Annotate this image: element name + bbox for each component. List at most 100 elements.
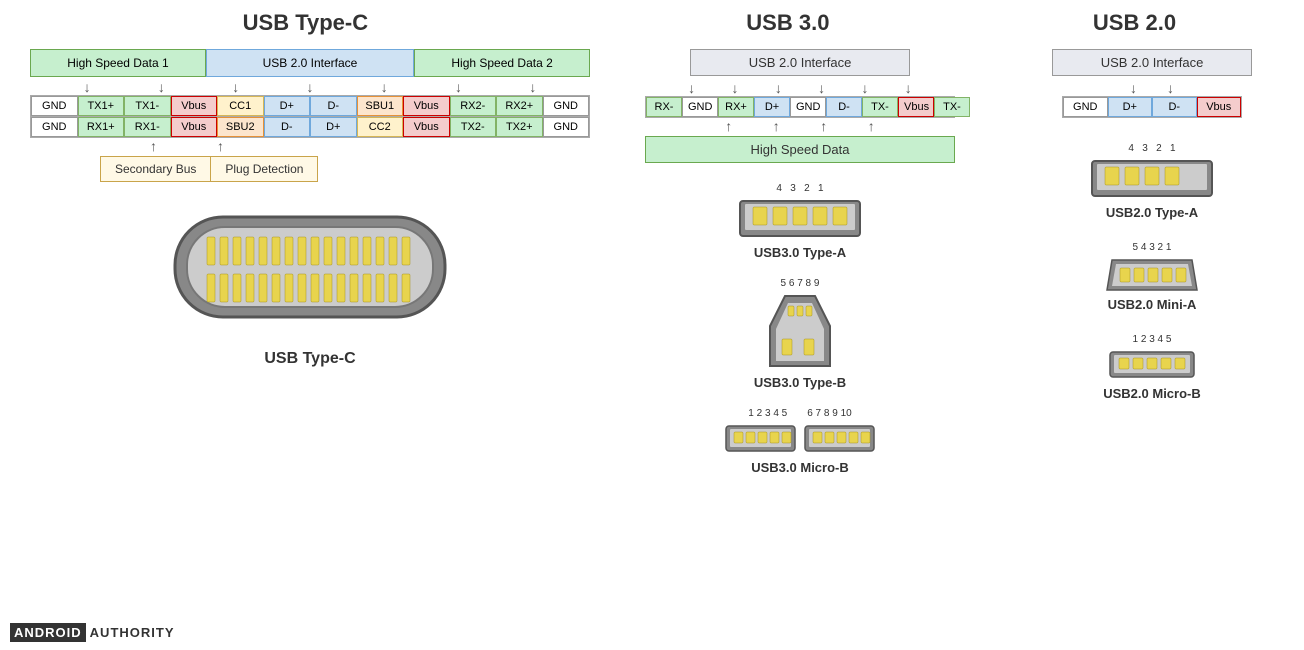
pin-r1-sbu1: SBU1 (357, 96, 404, 116)
usb2-pin-dp: D+ (1108, 97, 1153, 117)
usb3mb-svg1 (723, 421, 798, 456)
usb2-title: USB 2.0 (975, 10, 1294, 36)
usb2-arr1: ↓ (1130, 80, 1137, 96)
usb2-pin-vbus: Vbus (1197, 97, 1242, 117)
usb2a-numbers: 4 3 2 1 (1128, 143, 1175, 154)
typec-connector-drawing: USB Type-C (155, 202, 465, 368)
pin-r2-vbus2: Vbus (403, 117, 450, 137)
arrow4: ↓ (306, 79, 313, 95)
usb2mb-label: USB2.0 Micro-B (1103, 386, 1201, 401)
usb3-arr5: ↓ (861, 80, 868, 96)
pin-r2-sbu2: SBU2 (217, 117, 264, 137)
usb3a-numbers: 4 3 2 1 (776, 183, 823, 194)
usb3mb-svg2 (802, 421, 877, 456)
pin-r2-rx1m: RX1- (124, 117, 171, 137)
usb3-arr6: ↓ (905, 80, 912, 96)
arrow3: ↓ (232, 79, 239, 95)
usb3-arr2: ↓ (731, 80, 738, 96)
page: USB Type-C USB 3.0 USB 2.0 High Speed Da… (0, 0, 1304, 650)
typec-connector-svg (155, 202, 465, 342)
pin-r2-gnd1: GND (31, 117, 78, 137)
usb2-pin-dm: D- (1152, 97, 1197, 117)
pin-r1-vbus2: Vbus (403, 96, 450, 116)
usb3-column: USB 2.0 Interface ↓ ↓ ↓ ↓ ↓ ↓ RX- GND RX… (610, 44, 990, 644)
usb2-pin-gnd: GND (1063, 97, 1108, 117)
usb3-uarr3: ↑ (820, 118, 827, 134)
usb3-type-a: 4 3 2 1 USB3.0 Type-A (735, 183, 865, 260)
pin-r2-gnd2: GND (543, 117, 590, 137)
typec-connector-label: USB Type-C (264, 350, 355, 368)
pin-r1-rx2m: RX2- (450, 96, 497, 116)
pin-r1-gnd2: GND (543, 96, 590, 116)
arrow7: ↓ (529, 79, 536, 95)
pin-r2-dm: D- (264, 117, 311, 137)
typec-title: USB Type-C (10, 10, 601, 36)
usb3b-svg (760, 291, 840, 371)
pin-r1-tx1p: TX1+ (78, 96, 125, 116)
typec-header-highspeed1: High Speed Data 1 (30, 49, 206, 77)
secondary-bus-box: Secondary Bus (100, 156, 211, 182)
usb2-connectors: 4 3 2 1 USB2.0 Type-A 5 4 3 2 1 (1000, 133, 1304, 401)
typec-column: High Speed Data 1 USB 2.0 Interface High… (10, 44, 610, 644)
usb2-micro-b: 1 2 3 4 5 USB2.0 Micro-B (1103, 334, 1201, 401)
pin-r2-tx2p: TX2+ (496, 117, 543, 137)
usb3-arr1: ↓ (688, 80, 695, 96)
pin-r2-rx1p: RX1+ (78, 117, 125, 137)
pin-r1-dp: D+ (264, 96, 311, 116)
typec-pin-row2: GND RX1+ RX1- Vbus SBU2 D- D+ CC2 Vbus T… (30, 117, 590, 138)
usb3-pin-dm: D- (826, 97, 862, 117)
typec-pin-row1: GND TX1+ TX1- Vbus CC1 D+ D- SBU1 Vbus R… (30, 95, 590, 117)
usb2-mini-a: 5 4 3 2 1 USB2.0 Mini-A (1102, 242, 1202, 312)
up-arrow1: ↑ (150, 138, 157, 154)
usb2-pins-row: GND D+ D- Vbus (1062, 96, 1242, 118)
usb3-arr4: ↓ (818, 80, 825, 96)
watermark-authority: AUTHORITY (86, 623, 179, 642)
usb3-uarr4: ↑ (868, 118, 875, 134)
usb3b-numbers: 5 6 7 8 9 (781, 278, 820, 289)
plug-detection-box: Plug Detection (211, 156, 318, 182)
usb3-title: USB 3.0 (601, 10, 975, 36)
usb3-pin-rxp: RX+ (718, 97, 754, 117)
pin-r2-tx2m: TX2- (450, 117, 497, 137)
usb3-micro-b: 1 2 3 4 5 6 7 8 9 10 (723, 408, 877, 475)
usb3-connectors: 4 3 2 1 USB3.0 Type-A (620, 173, 980, 475)
usb3-pin-dp: D+ (754, 97, 790, 117)
usb3-uarr1: ↑ (725, 118, 732, 134)
pin-r1-rx2p: RX2+ (496, 96, 543, 116)
up-arrow2: ↑ (217, 138, 224, 154)
usb3-pin-txp: TX- (934, 97, 970, 117)
usb3-interface-box: USB 2.0 Interface (690, 49, 910, 76)
pin-r1-gnd1: GND (31, 96, 78, 116)
usb2mina-numbers: 5 4 3 2 1 (1133, 242, 1172, 253)
pin-r1-dm: D- (310, 96, 357, 116)
usb3a-label: USB3.0 Type-A (754, 245, 846, 260)
usb2microb-numbers: 1 2 3 4 5 (1133, 334, 1172, 345)
usb3-pin-rxm: RX- (646, 97, 682, 117)
pin-r2-cc2: CC2 (357, 117, 404, 137)
usb3-pins-row: RX- GND RX+ D+ GND D- TX- Vbus TX- (645, 96, 955, 118)
usb3-high-speed-box: High Speed Data (645, 136, 955, 163)
typec-header-area: High Speed Data 1 USB 2.0 Interface High… (20, 49, 600, 182)
usb2-interface-box: USB 2.0 Interface (1052, 49, 1252, 76)
usb3a-svg (735, 196, 865, 241)
pin-r2-vbus1: Vbus (171, 117, 218, 137)
usb3b-label: USB3.0 Type-B (754, 375, 846, 390)
usb3-pin-gnd1: GND (682, 97, 718, 117)
usb3-uarr2: ↑ (773, 118, 780, 134)
main-layout: High Speed Data 1 USB 2.0 Interface High… (10, 44, 1294, 644)
typec-header-usb2: USB 2.0 Interface (206, 49, 414, 77)
watermark: ANDROIDAUTHORITY (10, 625, 179, 640)
usb3-type-b: 5 6 7 8 9 USB3.0 Type-B (754, 278, 846, 390)
usb2a-svg (1087, 156, 1217, 201)
usb2mb-svg (1107, 347, 1197, 382)
arrow1: ↓ (84, 79, 91, 95)
pin-r1-vbus1: Vbus (171, 96, 218, 116)
usb2-type-a: 4 3 2 1 USB2.0 Type-A (1087, 143, 1217, 220)
usb3-pin-txm: TX- (862, 97, 898, 117)
usb2-column: USB 2.0 Interface ↓ ↓ GND D+ D- Vbus (990, 44, 1304, 644)
pin-r1-tx1m: TX1- (124, 96, 171, 116)
usb3mb-numbers2: 6 7 8 9 10 (807, 408, 851, 419)
usb3-arr3: ↓ (775, 80, 782, 96)
usb2mina-label: USB2.0 Mini-A (1108, 297, 1197, 312)
usb3-pin-vbus: Vbus (898, 97, 934, 117)
